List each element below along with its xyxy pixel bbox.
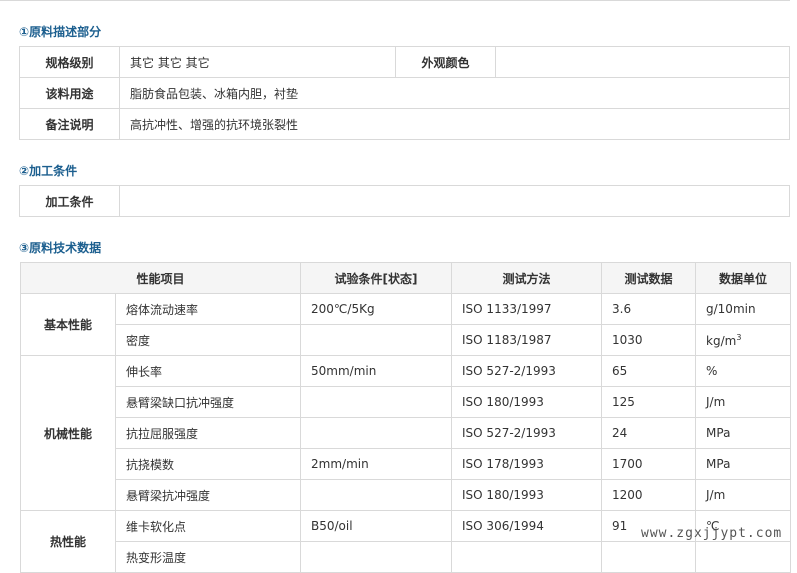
table-row: 备注说明 高抗冲性、增强的抗环境张裂性 (19, 108, 790, 140)
processing-table: 加工条件 (19, 185, 790, 217)
row-unit: J/m (695, 479, 792, 511)
color-label: 外观颜色 (395, 46, 496, 78)
row-method: ISO 180/1993 (451, 479, 603, 511)
unit-superscript: 3 (736, 332, 742, 342)
row-item: 伸长率 (114, 355, 302, 387)
row-unit: kg/m3 (695, 324, 792, 356)
table-row: 悬臂梁缺口抗冲强度 ISO 180/1993 125 J/m (21, 386, 792, 418)
row-method: ISO 180/1993 (451, 386, 603, 418)
row-value: 1030 (601, 324, 697, 356)
group-basic: 基本性能 (20, 293, 116, 356)
row-method: ISO 178/1993 (451, 448, 603, 480)
row-value: 24 (601, 417, 697, 449)
section-title-description: ①原料描述部分 (19, 25, 102, 39)
processing-value (119, 185, 790, 217)
row-value (601, 541, 697, 573)
row-unit: % (695, 355, 792, 387)
row-value: 65 (601, 355, 697, 387)
header-unit: 数据单位 (695, 262, 792, 294)
table-row: 抗拉屈服强度 ISO 527-2/1993 24 MPa (21, 417, 792, 449)
row-method: ISO 306/1994 (451, 510, 603, 542)
header-item: 性能项目 (19, 262, 302, 294)
row-value: 125 (601, 386, 697, 418)
section-title-processing: ②加工条件 (19, 164, 78, 178)
row-unit: MPa (695, 448, 792, 480)
table-row: 该料用途 脂肪食品包装、冰箱内胆，衬垫 (19, 77, 790, 109)
row-value: 1200 (601, 479, 697, 511)
row-condition: 2mm/min (300, 448, 453, 480)
row-condition: B50/oil (300, 510, 453, 542)
table-row: 热变形温度 (21, 541, 792, 573)
header-method: 测试方法 (451, 262, 603, 294)
row-method (451, 541, 603, 573)
row-unit: J/m (695, 386, 792, 418)
table-row: 密度 ISO 1183/1987 1030 kg/m3 (21, 324, 792, 356)
unit-text: kg/m (706, 333, 737, 348)
row-method: ISO 1183/1987 (451, 324, 603, 356)
row-method: ISO 527-2/1993 (451, 417, 603, 449)
row-unit: MPa (695, 417, 792, 449)
table-row: 抗挠模数 2mm/min ISO 178/1993 1700 MPa (21, 448, 792, 480)
note-value: 高抗冲性、增强的抗环境张裂性 (119, 108, 790, 140)
header-value: 测试数据 (601, 262, 697, 294)
row-condition (300, 324, 453, 356)
table-header-row: 性能项目 试验条件[状态] 测试方法 测试数据 数据单位 (19, 262, 792, 294)
table-row: 规格级别 其它 其它 其它 外观颜色 (19, 46, 790, 78)
row-condition (300, 541, 453, 573)
description-table: 规格级别 其它 其它 其它 外观颜色 该料用途 脂肪食品包装、冰箱内胆，衬垫 备… (19, 46, 790, 140)
top-divider (0, 0, 790, 1)
table-row: 基本性能 熔体流动速率 200℃/5Kg ISO 1133/1997 3.6 g… (20, 293, 792, 356)
row-item: 热变形温度 (114, 541, 302, 573)
grade-label: 规格级别 (19, 46, 120, 78)
table-row: 悬臂梁抗冲强度 ISO 180/1993 1200 J/m (21, 479, 792, 511)
row-condition (300, 386, 453, 418)
table-row: 加工条件 (19, 185, 790, 217)
row-condition: 200℃/5Kg (300, 293, 453, 325)
row-item: 抗挠模数 (114, 448, 302, 480)
use-value: 脂肪食品包装、冰箱内胆，衬垫 (119, 77, 790, 109)
grade-value: 其它 其它 其它 (119, 46, 396, 78)
group-mechanical: 机械性能 (20, 355, 116, 511)
row-value: 1700 (601, 448, 697, 480)
row-unit (695, 541, 792, 573)
section-title-technical: ③原料技术数据 (19, 241, 102, 255)
color-value (495, 46, 790, 78)
watermark-text: www.zgxjjypt.com (641, 526, 783, 541)
use-label: 该料用途 (19, 77, 120, 109)
row-item: 抗拉屈服强度 (114, 417, 302, 449)
row-condition: 50mm/min (300, 355, 453, 387)
row-item: 悬臂梁抗冲强度 (114, 479, 302, 511)
note-label: 备注说明 (19, 108, 120, 140)
row-item: 密度 (114, 324, 302, 356)
row-item: 维卡软化点 (114, 510, 302, 542)
table-row: 机械性能 伸长率 50mm/min ISO 527-2/1993 65 % (20, 355, 792, 511)
header-condition: 试验条件[状态] (300, 262, 453, 294)
row-condition (300, 479, 453, 511)
row-item: 悬臂梁缺口抗冲强度 (114, 386, 302, 418)
group-thermal: 热性能 (20, 510, 116, 573)
row-value: 3.6 (601, 293, 697, 325)
processing-label: 加工条件 (19, 185, 120, 217)
row-method: ISO 1133/1997 (451, 293, 603, 325)
row-unit: g/10min (695, 293, 792, 325)
row-method: ISO 527-2/1993 (451, 355, 603, 387)
row-condition (300, 417, 453, 449)
row-item: 熔体流动速率 (114, 293, 302, 325)
